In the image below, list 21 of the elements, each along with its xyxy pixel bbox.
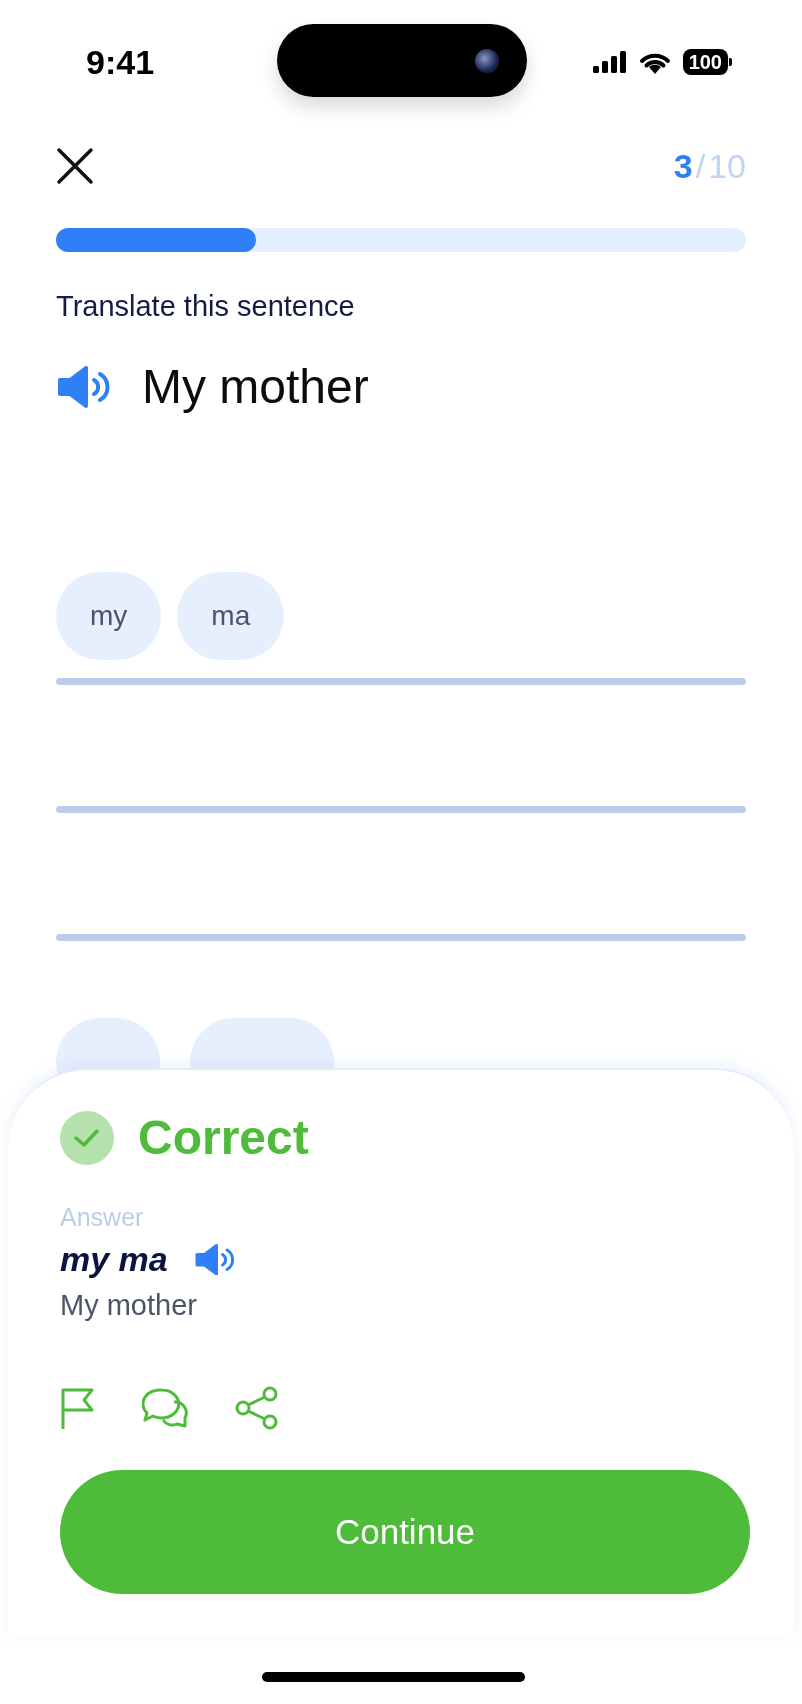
total-count: 10	[708, 146, 746, 186]
check-icon	[60, 1110, 114, 1165]
close-icon[interactable]	[56, 147, 94, 185]
share-icon[interactable]	[234, 1386, 280, 1430]
speaker-icon[interactable]	[56, 365, 112, 408]
answer-label: Answer	[60, 1203, 145, 1232]
word-chip[interactable]: ma	[177, 572, 285, 660]
flag-icon[interactable]	[60, 1387, 96, 1429]
current-count: 3	[673, 146, 693, 186]
result-title: Correct	[138, 1110, 309, 1165]
battery-level: 100	[682, 49, 728, 75]
speaker-icon[interactable]	[193, 1243, 236, 1276]
word-chip[interactable]: my	[56, 572, 162, 660]
prompt-sentence: My mother	[142, 359, 369, 414]
count-separator: /	[695, 146, 706, 186]
status-time: 9:41	[86, 42, 155, 82]
signal-icon	[592, 51, 627, 73]
answer-text: my ma	[60, 1240, 168, 1279]
chat-icon[interactable]	[142, 1387, 188, 1429]
instruction-text: Translate this sentence	[56, 290, 356, 323]
translation-text: My mother	[60, 1289, 198, 1322]
